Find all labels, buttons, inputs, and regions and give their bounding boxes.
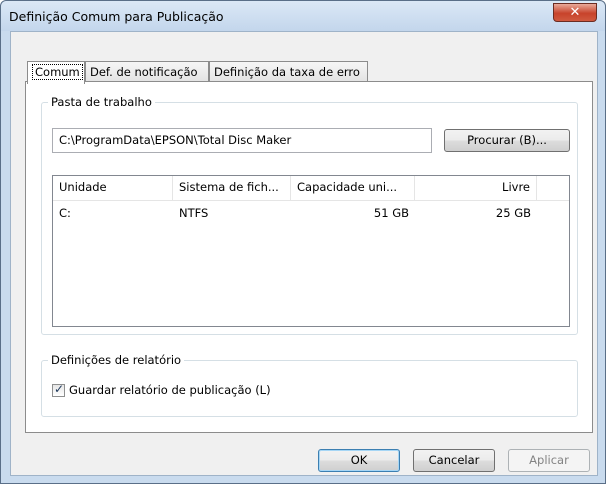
drives-list-header: Unidade Sistema de fich... Capacidade un… <box>53 176 569 201</box>
cell-capacity: 51 GB <box>373 206 409 220</box>
browse-button[interactable]: Procurar (B)... <box>444 129 570 152</box>
save-report-label[interactable]: Guardar relatório de publicação (L) <box>69 383 271 397</box>
working-folder-path-value: C:\ProgramData\EPSON\Total Disc Maker <box>59 133 292 147</box>
apply-button[interactable]: Aplicar <box>508 449 590 472</box>
report-settings-group-label: Definições de relatório <box>48 353 185 367</box>
cell-drive: C: <box>59 206 71 220</box>
tab-label: Definição da taxa de erro <box>214 65 360 79</box>
working-folder-group-label: Pasta de trabalho <box>48 95 155 109</box>
cancel-button-label: Cancelar <box>428 453 480 467</box>
title-bar: Definição Comum para Publicação ✕ <box>1 1 605 31</box>
cell-free: 25 GB <box>495 206 531 220</box>
tab-error-rate-settings[interactable]: Definição da taxa de erro <box>209 61 368 82</box>
window-title: Definição Comum para Publicação <box>9 9 224 24</box>
close-icon: ✕ <box>569 5 581 20</box>
ok-button-label: OK <box>350 453 368 467</box>
checkmark-icon: ✓ <box>54 382 65 396</box>
column-header-file-system[interactable]: Sistema de fich... <box>173 176 291 200</box>
browse-button-label: Procurar (B)... <box>467 133 547 147</box>
tab-notification-settings[interactable]: Def. de notificação <box>85 61 209 82</box>
table-row[interactable]: C: NTFS 51 GB 25 GB <box>53 204 569 222</box>
column-header-capacity[interactable]: Capacidade uni... <box>291 176 415 200</box>
cancel-button[interactable]: Cancelar <box>413 449 495 472</box>
tab-panel-comum: Pasta de trabalho C:\ProgramData\EPSON\T… <box>25 81 593 433</box>
ok-button[interactable]: OK <box>318 449 400 472</box>
tab-label: Def. de notificação <box>90 65 198 79</box>
save-report-checkbox[interactable]: ✓ <box>52 382 65 397</box>
tab-comum[interactable]: Comum <box>27 61 85 84</box>
cell-file-system: NTFS <box>179 206 209 220</box>
apply-button-label: Aplicar <box>529 453 569 467</box>
tab-label: Comum <box>32 64 83 80</box>
drives-list[interactable]: Unidade Sistema de fich... Capacidade un… <box>52 175 570 327</box>
column-header-drive[interactable]: Unidade <box>53 176 173 200</box>
column-header-free[interactable]: Livre <box>415 176 537 200</box>
close-button[interactable]: ✕ <box>553 3 597 22</box>
working-folder-path-field[interactable]: C:\ProgramData\EPSON\Total Disc Maker <box>52 128 432 153</box>
